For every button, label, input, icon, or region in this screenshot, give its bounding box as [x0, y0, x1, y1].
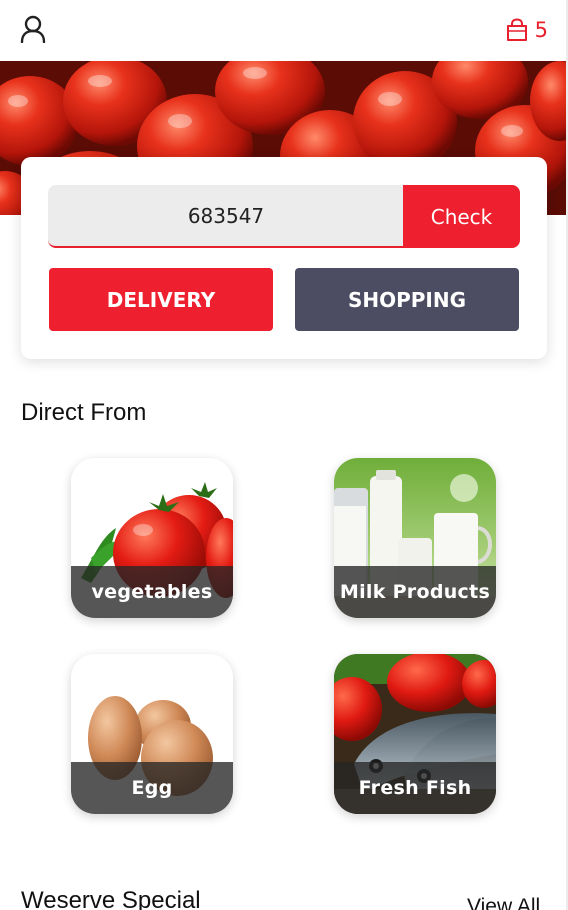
- category-tile-milk-products[interactable]: Milk Products: [334, 458, 496, 618]
- delivery-button[interactable]: DELIVERY: [49, 268, 273, 331]
- category-label: Milk Products: [334, 566, 496, 618]
- view-all-link[interactable]: View All: [467, 895, 540, 910]
- category-tile-fresh-fish[interactable]: Fresh Fish: [334, 654, 496, 814]
- pincode-card: Check DELIVERY SHOPPING: [21, 157, 547, 359]
- cart-button[interactable]: 5: [505, 16, 548, 44]
- category-tile-egg[interactable]: Egg: [71, 654, 233, 814]
- weserve-special-heading: Weserve Special: [21, 887, 201, 910]
- top-bar: 5: [0, 0, 568, 62]
- pincode-input[interactable]: [48, 185, 404, 248]
- user-icon[interactable]: [20, 15, 46, 43]
- category-label: Fresh Fish: [334, 762, 496, 814]
- app-screen: 5 683547 Check DELIVERY SHOPPING Direct …: [0, 0, 568, 910]
- category-label: vegetables: [71, 566, 233, 618]
- shopping-button[interactable]: SHOPPING: [295, 268, 519, 331]
- shopping-bag-icon: [506, 18, 527, 41]
- direct-from-heading: Direct From: [21, 399, 147, 426]
- category-label: Egg: [71, 762, 233, 814]
- check-button[interactable]: Check: [403, 185, 520, 248]
- cart-count-badge: 5: [534, 18, 548, 42]
- category-tile-vegetables[interactable]: vegetables: [71, 458, 233, 618]
